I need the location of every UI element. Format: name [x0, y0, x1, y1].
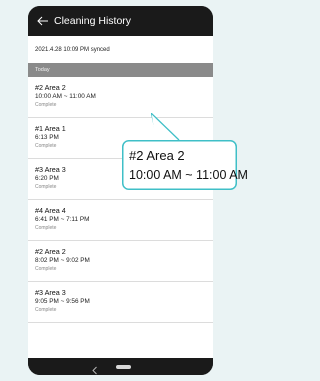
section-header-today: Today: [28, 63, 213, 77]
callout-area-label: #2 Area 2: [129, 148, 185, 163]
history-row-area: #4 Area 4: [35, 206, 66, 215]
history-row-area: #2 Area 2: [35, 247, 66, 256]
home-pill-icon[interactable]: [116, 365, 131, 369]
history-row[interactable]: #2 Area 2 8:02 PM ~ 9:02 PM Complete: [28, 241, 213, 282]
history-row-status: Complete: [35, 307, 57, 313]
phone-frame: Cleaning History 2021.4.28 10:09 PM sync…: [28, 6, 213, 375]
sync-status: 2021.4.28 10:09 PM synced: [35, 46, 110, 53]
zoom-callout: #2 Area 2 10:00 AM ~ 11:00 AM: [122, 140, 248, 190]
system-nav-bar: [28, 358, 213, 375]
history-row-time: 9:05 PM ~ 9:56 PM: [35, 298, 90, 305]
history-row-status: Complete: [35, 225, 57, 231]
callout-pointer: [151, 113, 180, 143]
history-row-time: 8:02 PM ~ 9:02 PM: [35, 257, 90, 264]
history-row-status: Complete: [35, 102, 57, 108]
history-row-time: 6:41 PM ~ 7:11 PM: [35, 216, 90, 223]
history-screen: 2021.4.28 10:09 PM synced Today #2 Area …: [28, 36, 213, 358]
page-title: Cleaning History: [54, 15, 132, 27]
history-row-time: 10:00 AM ~ 11:00 AM: [35, 93, 96, 100]
history-row[interactable]: #3 Area 3 9:05 PM ~ 9:56 PM Complete: [28, 282, 213, 323]
app-bar: Cleaning History: [28, 6, 213, 36]
history-row-area: #2 Area 2: [35, 83, 66, 92]
history-row-area: #3 Area 3: [35, 288, 66, 297]
arrow-left-icon[interactable]: [37, 16, 49, 26]
callout-time-label: 10:00 AM ~ 11:00 AM: [129, 168, 248, 182]
history-row[interactable]: #2 Area 2 10:00 AM ~ 11:00 AM Complete: [28, 77, 213, 118]
chevron-left-icon[interactable]: [91, 362, 99, 375]
history-row[interactable]: #4 Area 4 6:41 PM ~ 7:11 PM Complete: [28, 200, 213, 241]
history-row-status: Complete: [35, 266, 57, 272]
